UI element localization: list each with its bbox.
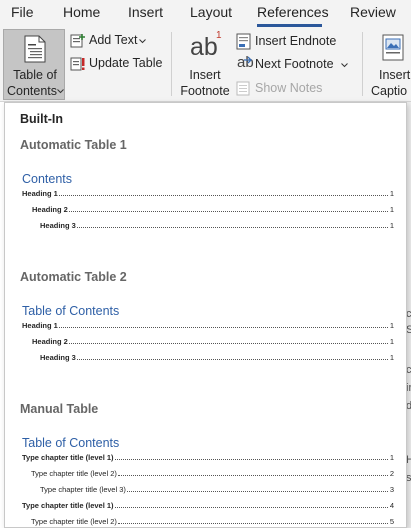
table-of-contents-icon <box>24 35 46 63</box>
ribbon-tabs: File Home Insert Layout References Revie… <box>0 0 411 27</box>
tab-file[interactable]: File <box>11 4 34 20</box>
insert-caption-label-line1: Insert <box>379 68 411 82</box>
add-text-icon <box>70 34 85 48</box>
toc-preview-entry: Heading 21 <box>32 205 394 214</box>
footnote-icon: ab <box>190 33 218 61</box>
toc-preview-entry: Heading 11 <box>22 321 394 330</box>
chevron-down-icon <box>139 39 146 44</box>
next-footnote-button[interactable]: ab Next Footnote <box>236 54 352 74</box>
insert-caption-icon <box>382 34 404 61</box>
gallery-option-automatic-table-1[interactable]: Automatic Table 1 Contents Heading 11 He… <box>5 129 406 259</box>
toc-preview-entry: Heading 31 <box>40 221 394 230</box>
add-text-button[interactable]: Add Text <box>70 32 148 50</box>
toc-preview-heading: Contents <box>22 172 73 186</box>
tab-home[interactable]: Home <box>63 4 100 20</box>
update-table-icon <box>70 57 85 71</box>
toc-preview-heading: Table of Contents <box>22 436 120 450</box>
toc-preview-entry: Type chapter title (level 2) 5 <box>31 517 394 526</box>
tab-review[interactable]: Review <box>350 4 396 20</box>
table-of-contents-button[interactable]: Table of Contents <box>3 29 65 100</box>
toc-label-line1: Table of <box>13 68 57 82</box>
insert-endnote-label: Insert Endnote <box>255 34 337 48</box>
insert-footnote-button[interactable]: ab 1 Insert Footnote <box>177 30 233 100</box>
insert-footnote-label-line2: Footnote <box>180 84 230 98</box>
group-separator <box>171 32 172 96</box>
toc-preview-entry: Type chapter title (level 3) 3 <box>40 485 394 494</box>
chevron-down-icon <box>341 63 348 68</box>
insert-endnote-button[interactable]: Insert Endnote <box>236 33 336 51</box>
insert-caption-button[interactable]: Insert Captio <box>368 30 411 100</box>
show-notes-label: Show Notes <box>255 81 323 95</box>
update-table-button[interactable]: Update Table <box>70 55 162 73</box>
tab-references[interactable]: References <box>257 4 329 20</box>
tab-insert[interactable]: Insert <box>128 4 163 20</box>
insert-endnote-icon <box>236 33 251 50</box>
insert-caption-label-line2: Captio <box>371 84 408 98</box>
toc-preview-heading: Table of Contents <box>22 304 120 318</box>
gallery-option-title: Automatic Table 2 <box>20 270 127 284</box>
toc-preview-entry: Type chapter title (level 1) 1 <box>22 453 394 462</box>
footnote-superscript: 1 <box>216 30 222 41</box>
next-footnote-label: Next Footnote <box>255 57 334 71</box>
insert-footnote-label-line1: Insert <box>189 68 221 82</box>
update-table-label: Update Table <box>89 56 163 70</box>
gallery-option-title: Automatic Table 1 <box>20 138 127 152</box>
toc-preview-entry: Heading 11 <box>22 189 394 198</box>
show-notes-icon <box>236 81 250 96</box>
gallery-option-title: Manual Table <box>20 402 99 416</box>
gallery-option-automatic-table-2[interactable]: Automatic Table 2 Table of Contents Head… <box>5 261 406 391</box>
show-notes-button[interactable]: Show Notes <box>236 80 326 98</box>
add-text-label: Add Text <box>89 33 138 47</box>
toc-gallery-dropdown: Built-In Automatic Table 1 Contents Head… <box>4 102 407 528</box>
toc-preview-entry: Heading 31 <box>40 353 394 362</box>
toc-preview-entry: Type chapter title (level 2) 2 <box>31 469 394 478</box>
gallery-section-header: Built-In <box>20 112 64 126</box>
toc-preview-entry: Heading 21 <box>32 337 394 346</box>
arrow-right-icon <box>244 56 252 64</box>
gallery-option-manual-table[interactable]: Manual Table Table of Contents Type chap… <box>5 393 406 527</box>
chevron-down-icon <box>57 89 64 94</box>
tab-layout[interactable]: Layout <box>190 4 232 20</box>
group-separator <box>362 32 363 96</box>
toc-preview-entry: Type chapter title (level 1) 4 <box>22 501 394 510</box>
